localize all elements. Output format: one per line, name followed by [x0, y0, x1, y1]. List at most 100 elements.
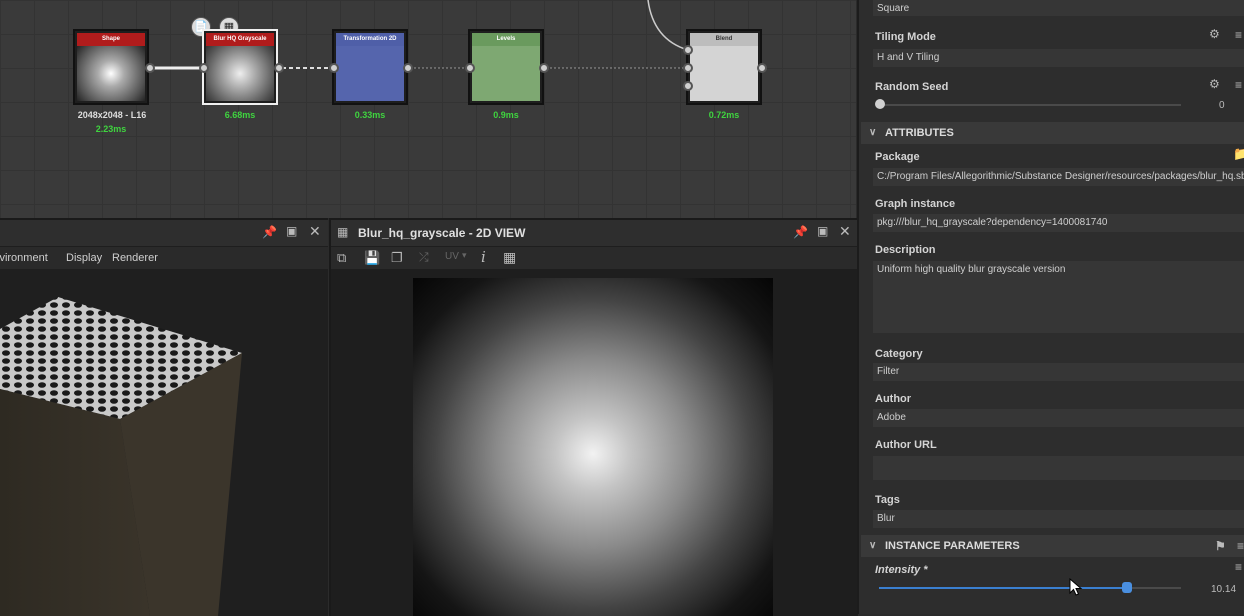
node-title: Shape [77, 33, 145, 46]
close-icon[interactable]: ✕ [839, 223, 851, 240]
parameter-expose-icon[interactable]: ⚙ [1209, 77, 1220, 91]
node-title: Levels [472, 33, 540, 46]
texture-preview[interactable] [413, 278, 773, 616]
node-title: Blur HQ Grayscale [206, 33, 274, 46]
node-transformation-2d[interactable]: Transformation 2D [332, 29, 408, 105]
intensity-slider-track[interactable] [879, 587, 1181, 589]
random-seed-slider-track[interactable] [879, 104, 1181, 106]
node-levels[interactable]: Levels [468, 29, 544, 105]
chevron-down-icon: ∨ [869, 540, 877, 551]
node-graph[interactable]: Shape 2048x2048 - L16 2.23ms 📄 ▦ Blur HQ… [0, 0, 856, 218]
uv-dropdown[interactable]: UV [445, 251, 459, 262]
mouse-cursor-icon [1069, 578, 1083, 596]
properties-panel: Square Tiling Mode ⚙ ≡ H and V Tiling Ra… [857, 0, 1244, 614]
input-port[interactable] [199, 63, 209, 73]
3d-view-menubar: Environment Display Renderer [0, 247, 328, 269]
2d-view-panel: ▦ Blur_hq_grayscale - 2D VIEW 📌 ▣ ✕ ⧉ 💾 … [329, 218, 858, 616]
author-field[interactable]: Adobe [873, 409, 1244, 427]
panel-title: Blur_hq_grayscale - 2D VIEW [358, 226, 526, 240]
menu-environment[interactable]: Environment [0, 247, 48, 269]
input-port[interactable] [465, 63, 475, 73]
description-field[interactable]: Uniform high quality blur grayscale vers… [873, 261, 1244, 333]
node-time: 0.33ms [354, 110, 386, 120]
author-url-label: Author URL [875, 439, 937, 451]
3d-view-header: 📌 ▣ ✕ [0, 220, 328, 247]
3d-view-panel: 📌 ▣ ✕ Environment Display Renderer [0, 218, 328, 616]
output-port[interactable] [539, 63, 549, 73]
intensity-slider-fill [879, 587, 1127, 589]
2d-view-header: ▦ Blur_hq_grayscale - 2D VIEW 📌 ▣ ✕ [331, 220, 858, 247]
node-blur-hq-grayscale[interactable]: Blur HQ Grayscale [202, 29, 278, 105]
author-label: Author [875, 393, 912, 405]
node-thumbnail [336, 46, 404, 101]
menu-icon[interactable]: ≡ [1237, 535, 1244, 557]
node-title: Blend [690, 33, 758, 46]
node-shape[interactable]: Shape [73, 29, 149, 105]
package-field[interactable]: C:/Program Files/Allegorithmic/Substance… [873, 168, 1244, 186]
output-port[interactable] [757, 63, 767, 73]
histogram-icon[interactable]: ▦ [503, 249, 516, 266]
output-port[interactable] [274, 63, 284, 73]
node-time: 0.9ms [493, 110, 519, 120]
chevron-down-icon: ∨ [869, 127, 877, 138]
folder-icon[interactable]: 📁 [1233, 146, 1244, 162]
node-thumbnail [690, 46, 758, 101]
intensity-value[interactable]: 10.14 [1211, 584, 1236, 595]
category-field[interactable]: Filter [873, 363, 1244, 381]
node-blend[interactable]: Blend [686, 29, 762, 105]
graph-instance-field[interactable]: pkg:///blur_hq_grayscale?dependency=1400… [873, 214, 1244, 232]
input-port-background[interactable] [683, 63, 693, 73]
layers-icon[interactable]: ⧉ [337, 250, 346, 266]
checker-icon: ▦ [337, 225, 349, 239]
instance-parameters-header-label: INSTANCE PARAMETERS [885, 540, 1020, 552]
node-thumbnail [206, 46, 274, 101]
graph-instance-label: Graph instance [875, 198, 956, 210]
menu-display[interactable]: Display [66, 247, 102, 269]
tags-field[interactable]: Blur [873, 510, 1244, 528]
node-title: Transformation 2D [336, 33, 404, 46]
instance-parameters-section-header[interactable]: ∨ INSTANCE PARAMETERS ⚑ ≡ [861, 535, 1244, 557]
input-port-foreground[interactable] [683, 45, 693, 55]
menu-icon[interactable]: ≡ [1235, 560, 1242, 574]
random-seed-value[interactable]: 0 [1219, 100, 1225, 111]
tags-label: Tags [875, 494, 900, 506]
menu-renderer[interactable]: Renderer [112, 247, 158, 269]
menu-icon[interactable]: ≡ [1235, 28, 1242, 42]
maximize-icon[interactable]: ▣ [817, 224, 828, 238]
random-seed-label: Random Seed [875, 81, 949, 93]
node-time: 2.23ms [95, 124, 127, 134]
attributes-section-header[interactable]: ∨ ATTRIBUTES [861, 122, 1244, 144]
input-port[interactable] [329, 63, 339, 73]
output-port[interactable] [403, 63, 413, 73]
pin-icon[interactable]: 📌 [262, 225, 277, 239]
intensity-slider-handle[interactable] [1121, 582, 1132, 593]
2d-view-toolbar: ⧉ 💾 ❐ ⤮ UV ▾ i ▦ [331, 247, 858, 269]
category-label: Category [875, 348, 923, 360]
copy-icon[interactable]: ❐ [391, 250, 403, 266]
output-port[interactable] [145, 63, 155, 73]
bookmark-icon[interactable]: ⚑ [1215, 535, 1226, 557]
link-incoming-blend[interactable] [647, 0, 689, 51]
3d-viewport[interactable] [0, 269, 328, 616]
maximize-icon[interactable]: ▣ [286, 224, 297, 238]
parameter-expose-icon[interactable]: ⚙ [1209, 27, 1220, 41]
close-icon[interactable]: ✕ [309, 223, 321, 240]
shape-value-field[interactable]: Square [873, 0, 1244, 16]
author-url-field[interactable] [873, 456, 1244, 480]
node-thumbnail [472, 46, 540, 101]
node-time: 6.68ms [224, 110, 256, 120]
node-thumbnail [77, 46, 145, 101]
chevron-down-icon[interactable]: ▾ [462, 250, 467, 261]
random-seed-slider-handle[interactable] [875, 99, 885, 109]
tiling-mode-label: Tiling Mode [875, 31, 936, 43]
input-port-mask[interactable] [683, 81, 693, 91]
save-icon[interactable]: 💾 [364, 250, 380, 266]
info-icon[interactable]: i [481, 248, 486, 266]
share-icon[interactable]: ⤮ [419, 250, 429, 265]
tiling-mode-dropdown[interactable]: H and V Tiling [873, 49, 1244, 67]
pin-icon[interactable]: 📌 [793, 225, 808, 239]
node-resolution: 2048x2048 - L16 [77, 110, 147, 120]
menu-icon[interactable]: ≡ [1235, 78, 1242, 92]
attributes-header-label: ATTRIBUTES [885, 127, 954, 139]
package-label: Package [875, 151, 920, 163]
